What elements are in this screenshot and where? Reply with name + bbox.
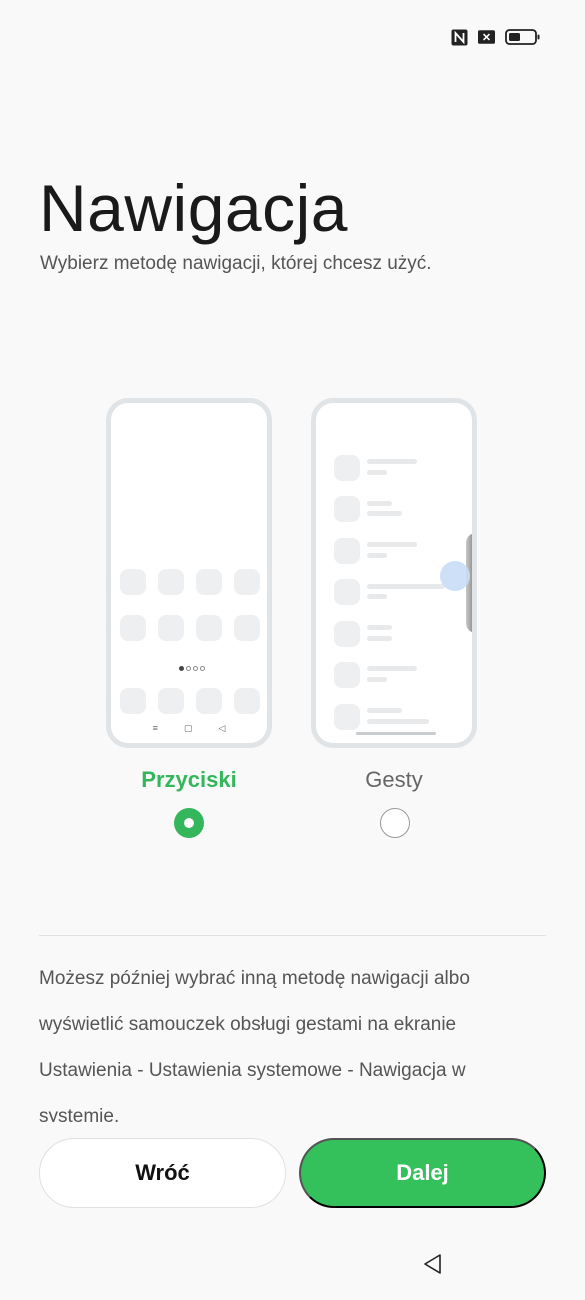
mini-navbar: ≡ ▢ ◁ [111, 724, 267, 733]
app-icon [158, 615, 184, 641]
battery-icon [505, 28, 541, 46]
menu-icon: ≡ [152, 723, 158, 733]
gestures-preview[interactable] [311, 398, 477, 748]
status-bar [451, 28, 541, 46]
touch-point [440, 561, 470, 591]
option-label-buttons[interactable]: Przyciski [106, 767, 272, 793]
nfc-icon [451, 29, 468, 46]
app-icon [120, 615, 146, 641]
back-triangle-icon: ◁ [218, 723, 226, 733]
app-icon [234, 615, 260, 641]
next-button[interactable]: Dalej [299, 1138, 546, 1208]
app-icon [196, 615, 222, 641]
list-icon [334, 455, 360, 481]
radio-buttons-selected[interactable] [174, 808, 204, 838]
list-icon [334, 538, 360, 564]
app-icon [196, 569, 222, 595]
dock-icon [120, 688, 146, 714]
divider [39, 935, 546, 936]
list-icon [334, 662, 360, 688]
dock-icon [196, 688, 222, 714]
page-title: Nawigacja [39, 171, 348, 245]
info-text: Możesz później wybrać inną metodę nawiga… [39, 968, 470, 1122]
sim-off-icon [478, 29, 495, 46]
home-square-icon: ▢ [183, 723, 193, 733]
list-icon [334, 621, 360, 647]
app-icon [234, 569, 260, 595]
list-icon [334, 579, 360, 605]
app-icon [120, 569, 146, 595]
buttons-preview[interactable]: ≡ ▢ ◁ [106, 398, 272, 748]
page-indicator [179, 666, 205, 671]
back-button[interactable]: Wróć [39, 1138, 286, 1208]
app-icon [158, 569, 184, 595]
page-subtitle: Wybierz metodę nawigacji, której chcesz … [40, 253, 432, 274]
dock-icon [234, 688, 260, 714]
dock-icon [158, 688, 184, 714]
list-icon [334, 496, 360, 522]
gesture-bar [356, 732, 436, 735]
option-label-gestures[interactable]: Gesty [311, 767, 477, 793]
system-back-icon[interactable] [421, 1252, 445, 1276]
list-icon [334, 704, 360, 730]
radio-gestures[interactable] [380, 808, 410, 838]
